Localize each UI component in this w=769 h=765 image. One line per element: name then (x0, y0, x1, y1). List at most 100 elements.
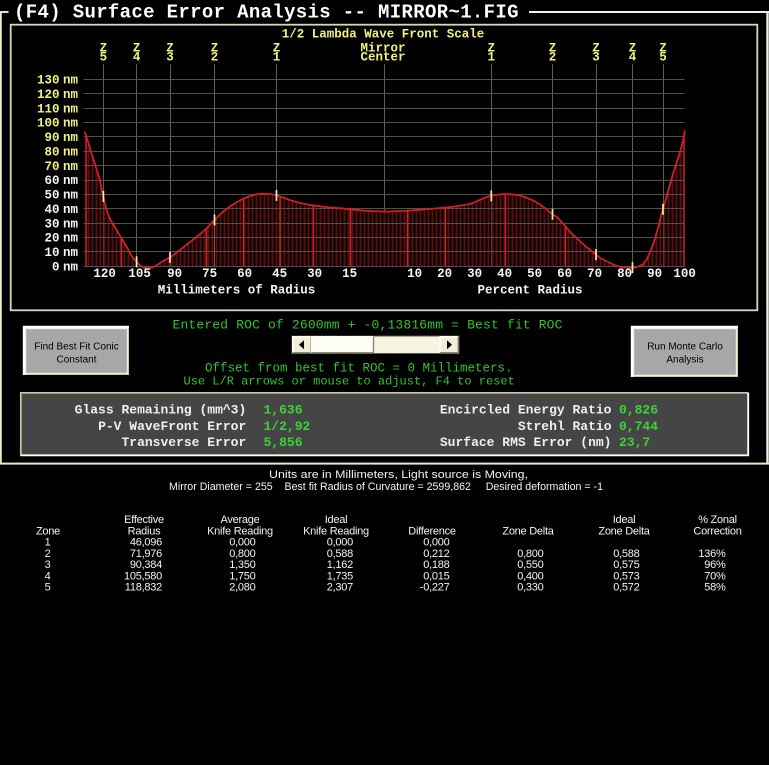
svg-text:4: 4 (629, 51, 637, 65)
svg-text:90,384: 90,384 (130, 559, 162, 571)
svg-text:0,015: 0,015 (423, 570, 449, 582)
svg-text:0,588: 0,588 (327, 548, 353, 560)
svg-text:nm: nm (63, 146, 79, 160)
svg-text:(F4) Surface Error Analysis --: (F4) Surface Error Analysis -- MIRROR~1.… (14, 1, 519, 23)
svg-text:Ideal: Ideal (325, 514, 348, 526)
svg-text:71,976: 71,976 (130, 548, 162, 560)
svg-text:50: 50 (44, 189, 59, 203)
svg-text:3: 3 (592, 51, 600, 65)
svg-text:2: 2 (549, 51, 557, 65)
svg-text:0,744: 0,744 (619, 419, 658, 434)
svg-text:0,572: 0,572 (613, 582, 639, 594)
svg-text:30: 30 (467, 267, 482, 281)
svg-text:1/2 Lambda Wave Front Scale: 1/2 Lambda Wave Front Scale (282, 27, 485, 41)
svg-text:0,000: 0,000 (229, 537, 255, 549)
svg-text:30: 30 (44, 217, 59, 231)
svg-text:5: 5 (45, 582, 51, 594)
svg-text:3: 3 (166, 51, 174, 65)
svg-text:Glass Remaining (mm^3): Glass Remaining (mm^3) (75, 403, 247, 418)
svg-text:1,350: 1,350 (229, 559, 255, 571)
svg-text:0,800: 0,800 (517, 548, 543, 560)
svg-text:60: 60 (44, 174, 59, 188)
svg-text:P-V WaveFront Error: P-V WaveFront Error (98, 419, 246, 434)
svg-text:0,588: 0,588 (613, 548, 639, 560)
svg-text:58%: 58% (704, 582, 726, 594)
svg-text:80: 80 (44, 146, 59, 160)
svg-text:Knife Reading: Knife Reading (303, 525, 369, 537)
svg-text:Strehl Ratio: Strehl Ratio (518, 419, 612, 434)
svg-text:118,832: 118,832 (125, 582, 162, 594)
svg-text:120: 120 (37, 88, 60, 102)
svg-text:20: 20 (437, 267, 452, 281)
svg-text:Mirror Diameter = 255 Best: Mirror Diameter = 255 Best fit Radius of… (169, 481, 603, 493)
svg-text:0,550: 0,550 (517, 559, 543, 571)
svg-text:0,575: 0,575 (613, 559, 639, 571)
svg-text:1,162: 1,162 (327, 559, 353, 571)
svg-text:Zone Delta: Zone Delta (502, 525, 554, 537)
svg-text:nm: nm (63, 74, 79, 88)
svg-text:10: 10 (44, 246, 59, 260)
svg-text:1: 1 (273, 51, 281, 65)
svg-text:0,800: 0,800 (229, 548, 255, 560)
svg-text:20: 20 (44, 232, 59, 246)
svg-text:% Zonal: % Zonal (698, 514, 737, 526)
svg-text:0,400: 0,400 (517, 570, 543, 582)
svg-text:15: 15 (342, 267, 357, 281)
svg-text:30: 30 (307, 267, 322, 281)
svg-text:Effective: Effective (124, 514, 164, 526)
svg-text:Entered ROC of 2600mm + -0,138: Entered ROC of 2600mm + -0,13816mm = Bes… (173, 318, 563, 333)
svg-text:1: 1 (488, 51, 496, 65)
svg-text:1,735: 1,735 (327, 570, 353, 582)
svg-text:Surface RMS Error (nm): Surface RMS Error (nm) (440, 435, 612, 450)
svg-text:70: 70 (587, 267, 602, 281)
svg-text:Knife Reading: Knife Reading (207, 525, 273, 537)
svg-text:1,750: 1,750 (229, 570, 255, 582)
svg-text:nm: nm (63, 232, 79, 246)
svg-text:Ideal: Ideal (613, 514, 636, 526)
svg-text:0,212: 0,212 (423, 548, 449, 560)
svg-text:75: 75 (202, 267, 217, 281)
svg-text:0: 0 (52, 261, 60, 275)
svg-text:90: 90 (647, 267, 662, 281)
svg-text:2: 2 (211, 51, 219, 65)
svg-text:10: 10 (407, 267, 422, 281)
svg-text:2: 2 (45, 548, 51, 560)
svg-text:90: 90 (44, 131, 59, 145)
svg-text:1/2,92: 1/2,92 (264, 419, 311, 434)
svg-text:0,000: 0,000 (327, 537, 353, 549)
svg-text:60: 60 (557, 267, 572, 281)
svg-text:0,573: 0,573 (613, 570, 639, 582)
svg-text:40: 40 (497, 267, 512, 281)
svg-text:120: 120 (93, 267, 116, 281)
svg-text:4: 4 (45, 570, 51, 582)
svg-text:60: 60 (237, 267, 252, 281)
svg-text:0,330: 0,330 (517, 582, 543, 594)
svg-text:105: 105 (128, 267, 151, 281)
svg-text:2,307: 2,307 (327, 582, 353, 594)
svg-text:Difference: Difference (408, 525, 456, 537)
svg-text:Offset from best fit ROC = 0 M: Offset from best fit ROC = 0 Millimeters… (205, 362, 513, 376)
svg-text:nm: nm (63, 131, 79, 145)
svg-text:0,188: 0,188 (423, 559, 449, 571)
svg-text:Zone: Zone (36, 525, 60, 537)
svg-text:Analysis: Analysis (666, 355, 703, 366)
svg-text:nm: nm (63, 102, 79, 116)
svg-text:130: 130 (37, 74, 60, 88)
svg-text:Correction: Correction (693, 525, 741, 537)
svg-text:80: 80 (617, 267, 632, 281)
svg-text:-0,227: -0,227 (420, 582, 450, 594)
svg-text:45: 45 (272, 267, 287, 281)
svg-text:2,080: 2,080 (229, 582, 255, 594)
svg-text:Find Best Fit Conic: Find Best Fit Conic (34, 342, 118, 353)
svg-text:Constant: Constant (56, 355, 96, 366)
svg-text:0,826: 0,826 (619, 403, 658, 418)
svg-text:5: 5 (100, 51, 108, 65)
svg-text:23,7: 23,7 (619, 435, 650, 450)
svg-text:70%: 70% (704, 570, 726, 582)
svg-text:136%: 136% (698, 548, 726, 560)
svg-text:nm: nm (63, 261, 79, 275)
svg-text:5: 5 (659, 51, 667, 65)
svg-text:50: 50 (527, 267, 542, 281)
svg-text:70: 70 (44, 160, 59, 174)
svg-text:110: 110 (37, 102, 60, 116)
